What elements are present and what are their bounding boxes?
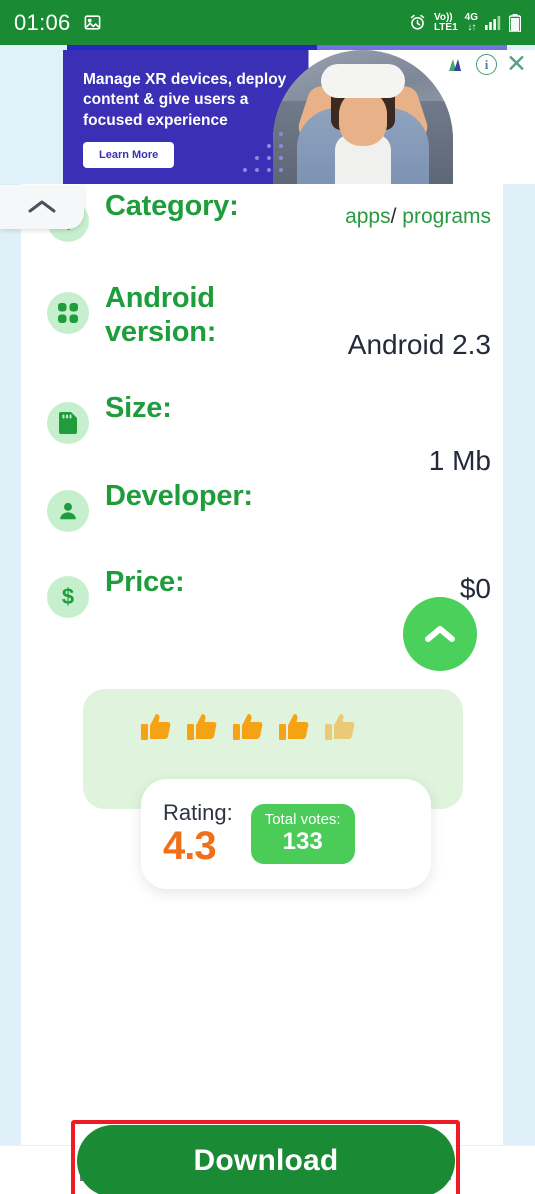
image-icon (83, 13, 102, 32)
ad-image (273, 50, 453, 184)
page-content: Category: apps/ programs Android version… (21, 184, 503, 1145)
info-label-category: Category: (105, 190, 239, 222)
status-bar-left: 01:06 (14, 10, 102, 36)
ad-close-icon[interactable]: ✕ (506, 52, 527, 77)
info-label-size: Size: (105, 392, 172, 424)
learn-more-button[interactable]: Learn More (83, 142, 175, 168)
signal-icon (485, 15, 502, 30)
grid-apps-icon (47, 292, 89, 334)
battery-icon (509, 13, 521, 32)
app-info-list: Category: apps/ programs Android version… (21, 190, 503, 656)
thumbs-up-icon (233, 713, 265, 748)
total-votes-value: 133 (282, 828, 323, 856)
web-page: Category: apps/ programs Android version… (0, 184, 535, 1194)
alarm-icon (408, 13, 427, 32)
thumbs-rating (141, 713, 391, 748)
thumbs-up-icon (279, 713, 311, 748)
total-votes-label: Total votes: (264, 810, 341, 828)
info-value-android-version: Android 2.3 (347, 329, 491, 360)
ad-info-icon[interactable]: i (476, 54, 498, 75)
collapse-ad-button[interactable] (0, 185, 84, 229)
volte-icon: Vo)) LTE1 (433, 11, 458, 33)
info-row-category: Category: apps/ programs (21, 190, 503, 286)
thumbs-up-icon (187, 713, 219, 748)
ad-controls: i ✕ (445, 52, 527, 77)
person-icon (47, 490, 89, 532)
rating-card: Rating: 4.3 Total votes: 133 (141, 779, 431, 889)
rating-value-group: Rating: 4.3 (163, 801, 233, 866)
status-bar-right: Vo)) LTE1 4G ↓↑ (408, 11, 521, 33)
clock: 01:06 (14, 9, 71, 35)
total-votes-badge: Total votes: 133 (250, 803, 355, 865)
info-value-category: apps/ programs (261, 204, 491, 230)
info-label-android-version: Android version: (105, 282, 217, 348)
adchoices-icon[interactable] (445, 55, 467, 75)
sd-card-icon (47, 402, 89, 444)
network-4g-icon: 4G ↓↑ (464, 11, 478, 33)
rating-label: Rating: (163, 800, 233, 826)
status-bar: 01:06 Vo)) LTE1 4G ↓↑ (0, 0, 535, 45)
info-row-size: Size: 1 Mb (21, 392, 503, 484)
chevron-up-icon (28, 200, 56, 213)
info-row-developer: Developer: (21, 480, 503, 570)
ad-dot-pattern (239, 132, 291, 178)
info-row-android-version: Android version: Android 2.3 (21, 282, 503, 396)
svg-text:$: $ (62, 584, 74, 609)
phone-screen: 01:06 Vo)) LTE1 4G ↓↑ Manage XR devices,… (0, 0, 535, 1194)
info-label-developer: Developer: (105, 480, 253, 512)
dollar-icon: $ (47, 576, 89, 618)
download-button-highlight (71, 1120, 460, 1194)
info-value-size: 1 Mb (428, 445, 491, 476)
link-programs[interactable]: programs (402, 205, 491, 228)
rating-value: 4.3 (163, 823, 217, 868)
category-separator: / (390, 205, 397, 228)
ad-headline: Manage XR devices, deploy content & give… (83, 71, 287, 129)
ad-banner[interactable]: Manage XR devices, deploy content & give… (63, 50, 535, 184)
thumbs-up-icon-partial (325, 713, 357, 748)
link-apps[interactable]: apps (345, 205, 391, 228)
chevron-up-icon (425, 626, 455, 642)
scroll-to-top-button[interactable] (403, 597, 477, 671)
thumbs-up-icon (141, 713, 173, 748)
info-label-price: Price: (105, 566, 185, 598)
